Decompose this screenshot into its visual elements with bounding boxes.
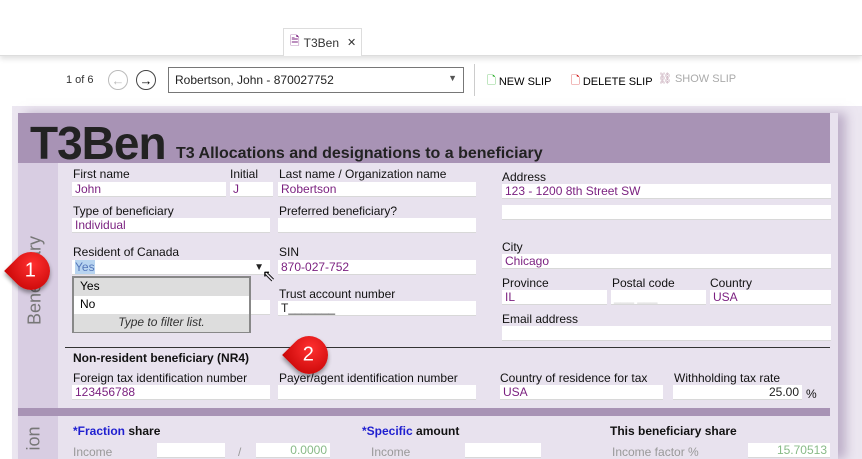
sin-label: SIN [279, 245, 300, 259]
fraction-label: *Fraction [73, 424, 126, 438]
show-slip-label: SHOW SLIP [674, 72, 737, 85]
type-field[interactable]: Individual [72, 218, 270, 233]
income-factor-label: Income factor % [612, 445, 699, 459]
city-label: City [502, 240, 523, 254]
preferred-label: Preferred beneficiary? [279, 204, 398, 218]
initial-field[interactable]: J [230, 182, 273, 197]
record-select-value: Robertson, John - 870027752 [175, 73, 334, 87]
sin-field[interactable]: 870-027-752 [278, 260, 476, 275]
foreign-tin-field[interactable]: 123456788 [72, 385, 270, 400]
postal-label: Postal code [612, 276, 675, 290]
record-position: 1 of 6 [66, 74, 94, 86]
section-label-2: ion [23, 426, 44, 451]
chevron-down-icon: ▼ [448, 73, 457, 83]
next-arrow-icon[interactable]: → [136, 70, 156, 90]
form-title: T3 Allocations and designations to a ben… [176, 145, 543, 162]
last-name-label: Last name / Organization name [279, 167, 447, 181]
payer-field[interactable] [278, 385, 476, 400]
first-name-field[interactable]: John [72, 182, 226, 197]
email-field[interactable] [502, 326, 831, 341]
type-label: Type of beneficiary [73, 204, 174, 218]
document-icon: 🗎 [290, 34, 300, 48]
tab-bar [0, 0, 862, 56]
record-select[interactable]: Robertson, John - 870027752 ▼ [168, 67, 464, 93]
country-tax-field[interactable]: USA [500, 385, 663, 400]
fraction-label-rest: share [125, 424, 161, 438]
fraction-numerator-field[interactable] [157, 443, 225, 458]
nr4-heading: Non-resident beneficiary (NR4) [73, 351, 250, 365]
preferred-field[interactable] [278, 218, 476, 233]
address-field-1[interactable]: 123 - 1200 8th Street SW [502, 184, 831, 199]
link-icon: ⛓ [658, 73, 672, 85]
callout-1-number: 1 [25, 259, 37, 282]
income-factor-field: 15.70513 [748, 443, 830, 458]
form-code: T3Ben [30, 117, 167, 169]
withholding-field[interactable]: 25.00 [673, 385, 802, 400]
country-tax-label: Country of residence for tax [500, 371, 648, 385]
trust-field[interactable]: T_______ [278, 301, 476, 316]
option-no[interactable]: No [74, 296, 249, 314]
show-slip-button[interactable]: ⛓ SHOW SLIP [658, 72, 737, 86]
resident-label: Resident of Canada [73, 245, 180, 259]
resident-dropdown-list: Yes No Type to filter list. [72, 276, 251, 333]
province-label: Province [502, 276, 549, 290]
resident-select[interactable]: Yes ▼ [72, 260, 270, 275]
tab-label: T3Ben [303, 35, 340, 50]
specific-income-field[interactable] [465, 443, 541, 458]
first-name-label: First name [73, 167, 130, 181]
address-field-2[interactable] [502, 205, 831, 220]
new-document-icon: 🗋 [487, 75, 496, 87]
income-label-1: Income [73, 445, 113, 459]
percent-unit: % [806, 387, 817, 401]
specific-label-rest: amount [412, 424, 460, 438]
this-share-heading: This beneficiary share [610, 424, 737, 438]
initial-label: Initial [230, 167, 259, 181]
resident-value: Yes [75, 260, 95, 274]
cursor-icon: ⇖ [262, 268, 276, 285]
country-label: Country [710, 276, 753, 290]
province-field[interactable]: IL [502, 290, 607, 305]
new-slip-label: NEW SLIP [498, 75, 552, 88]
filter-hint: Type to filter list. [74, 314, 249, 332]
postal-field[interactable]: ___ ___ [611, 290, 706, 305]
foreign-tin-label: Foreign tax identification number [73, 371, 248, 385]
section-divider [18, 408, 830, 416]
option-yes[interactable]: Yes [74, 278, 249, 296]
country-field[interactable]: USA [710, 290, 831, 305]
callout-2-number: 2 [303, 343, 315, 366]
trust-label: Trust account number [279, 287, 396, 301]
fraction-denominator-field[interactable]: 0.0000 [256, 443, 330, 458]
previous-arrow-icon[interactable]: ← [108, 70, 128, 90]
specific-label: *Specific [362, 424, 413, 438]
delete-document-icon: 🗋 [571, 75, 580, 87]
withholding-label: Withholding tax rate [674, 371, 781, 385]
close-icon[interactable]: ✕ [347, 36, 356, 49]
address-label: Address [502, 170, 547, 184]
new-slip-button[interactable]: 🗋 NEW SLIP [487, 72, 551, 91]
fraction-slash: / [238, 445, 242, 459]
income-label-2: Income [371, 445, 411, 459]
last-name-field[interactable]: Robertson [278, 182, 476, 197]
tab-t3ben[interactable]: 🗎 T3Ben ✕ [283, 28, 362, 56]
delete-slip-button[interactable]: 🗋 DELETE SLIP [571, 72, 653, 91]
city-field[interactable]: Chicago [502, 254, 831, 269]
divider [474, 64, 475, 96]
delete-slip-label: DELETE SLIP [582, 75, 653, 88]
divider [65, 347, 830, 348]
email-label: Email address [502, 312, 579, 326]
